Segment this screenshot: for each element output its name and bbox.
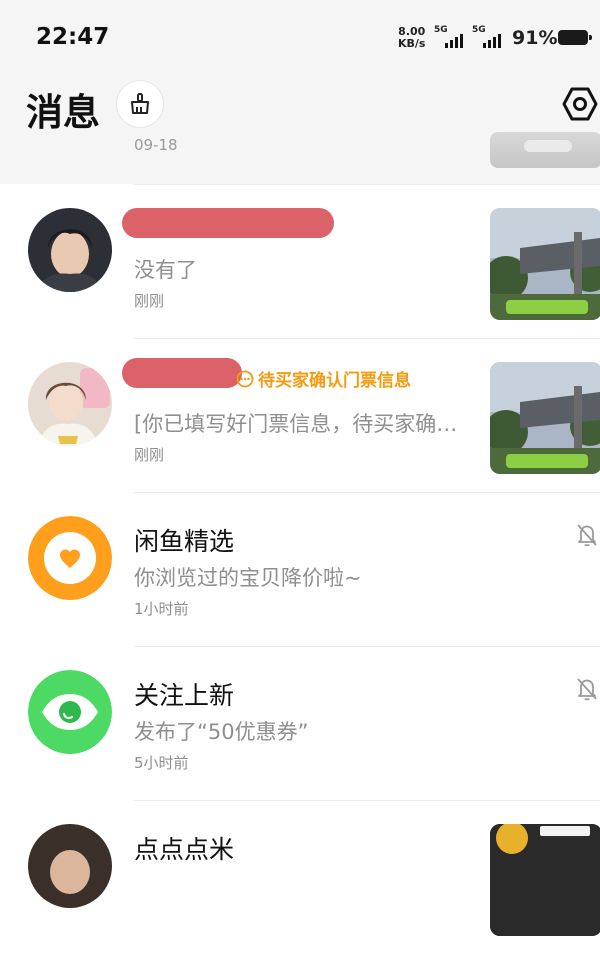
previous-row-date: 09-18 bbox=[134, 136, 178, 154]
hexagon-settings-icon bbox=[562, 87, 598, 121]
conversation-list: 没有了 刚刚 待买家确认门票信息 [你已填写好门票信息，待买家确认] 刚刚 闲鱼… bbox=[0, 184, 600, 954]
conversation-name: 闲鱼精选 bbox=[134, 527, 235, 556]
avatar[interactable] bbox=[28, 824, 112, 908]
message-time: 刚刚 bbox=[134, 292, 165, 310]
message-time: 刚刚 bbox=[134, 446, 165, 464]
item-thumbnail[interactable] bbox=[490, 362, 600, 474]
message-preview: 没有了 bbox=[134, 258, 197, 282]
status-time: 22:47 bbox=[36, 24, 110, 50]
conversation-row[interactable]: 点点点米 bbox=[0, 800, 600, 954]
avatar[interactable] bbox=[28, 362, 112, 446]
conversation-row[interactable]: 关注上新 发布了“50优惠券” 5小时前 bbox=[0, 646, 600, 800]
conversation-row[interactable]: 没有了 刚刚 bbox=[0, 184, 600, 338]
conversation-row[interactable]: 闲鱼精选 你浏览过的宝贝降价啦~ 1小时前 bbox=[0, 492, 600, 646]
message-time: 5小时前 bbox=[134, 754, 189, 772]
message-preview: 发布了“50优惠券” bbox=[134, 720, 309, 744]
avatar[interactable] bbox=[28, 208, 112, 292]
broom-icon bbox=[131, 93, 149, 114]
row-divider bbox=[134, 646, 600, 647]
page-title: 消息 bbox=[26, 91, 100, 134]
previous-row-thumbnail[interactable] bbox=[490, 132, 600, 168]
xianyu-picks-icon[interactable] bbox=[28, 516, 112, 600]
row-divider bbox=[134, 184, 600, 185]
battery-percent: 91% bbox=[512, 27, 558, 49]
settings-button[interactable] bbox=[560, 84, 600, 124]
network-speed: 8.00 KB/s bbox=[398, 26, 425, 50]
row-divider bbox=[134, 338, 600, 339]
row-divider bbox=[134, 800, 600, 801]
pending-dots-icon bbox=[236, 370, 254, 387]
signal-sim1-icon: 5G bbox=[434, 25, 463, 48]
order-status-text: 待买家确认门票信息 bbox=[258, 371, 411, 391]
messages-header: 消息 09-18 bbox=[0, 76, 600, 184]
item-thumbnail[interactable] bbox=[490, 208, 600, 320]
conversation-name: 关注上新 bbox=[134, 681, 235, 710]
follow-updates-icon[interactable] bbox=[28, 670, 112, 754]
redacted-username bbox=[122, 358, 242, 388]
row-divider bbox=[134, 492, 600, 493]
network-speed-unit: KB/s bbox=[398, 37, 426, 50]
conversation-name: 点点点米 bbox=[134, 835, 235, 864]
sim2-label: 5G bbox=[472, 25, 486, 35]
message-preview: 你浏览过的宝贝降价啦~ bbox=[134, 566, 362, 590]
order-status: 待买家确认门票信息 bbox=[236, 366, 411, 391]
clean-messages-button[interactable] bbox=[116, 80, 164, 128]
redacted-username bbox=[122, 208, 334, 238]
muted-bell-icon bbox=[575, 522, 599, 552]
muted-bell-icon bbox=[575, 676, 599, 706]
message-time: 1小时前 bbox=[134, 600, 189, 618]
conversation-row[interactable]: 待买家确认门票信息 [你已填写好门票信息，待买家确认] 刚刚 bbox=[0, 338, 600, 492]
signal-sim2-icon: 5G bbox=[472, 25, 501, 48]
sim1-label: 5G bbox=[434, 25, 448, 35]
message-preview: [你已填写好门票信息，待买家确认] bbox=[134, 412, 462, 436]
item-thumbnail[interactable] bbox=[490, 824, 600, 936]
battery-icon bbox=[558, 30, 592, 45]
status-bar: 22:47 8.00 KB/s 5G 5G 91% bbox=[0, 0, 600, 76]
